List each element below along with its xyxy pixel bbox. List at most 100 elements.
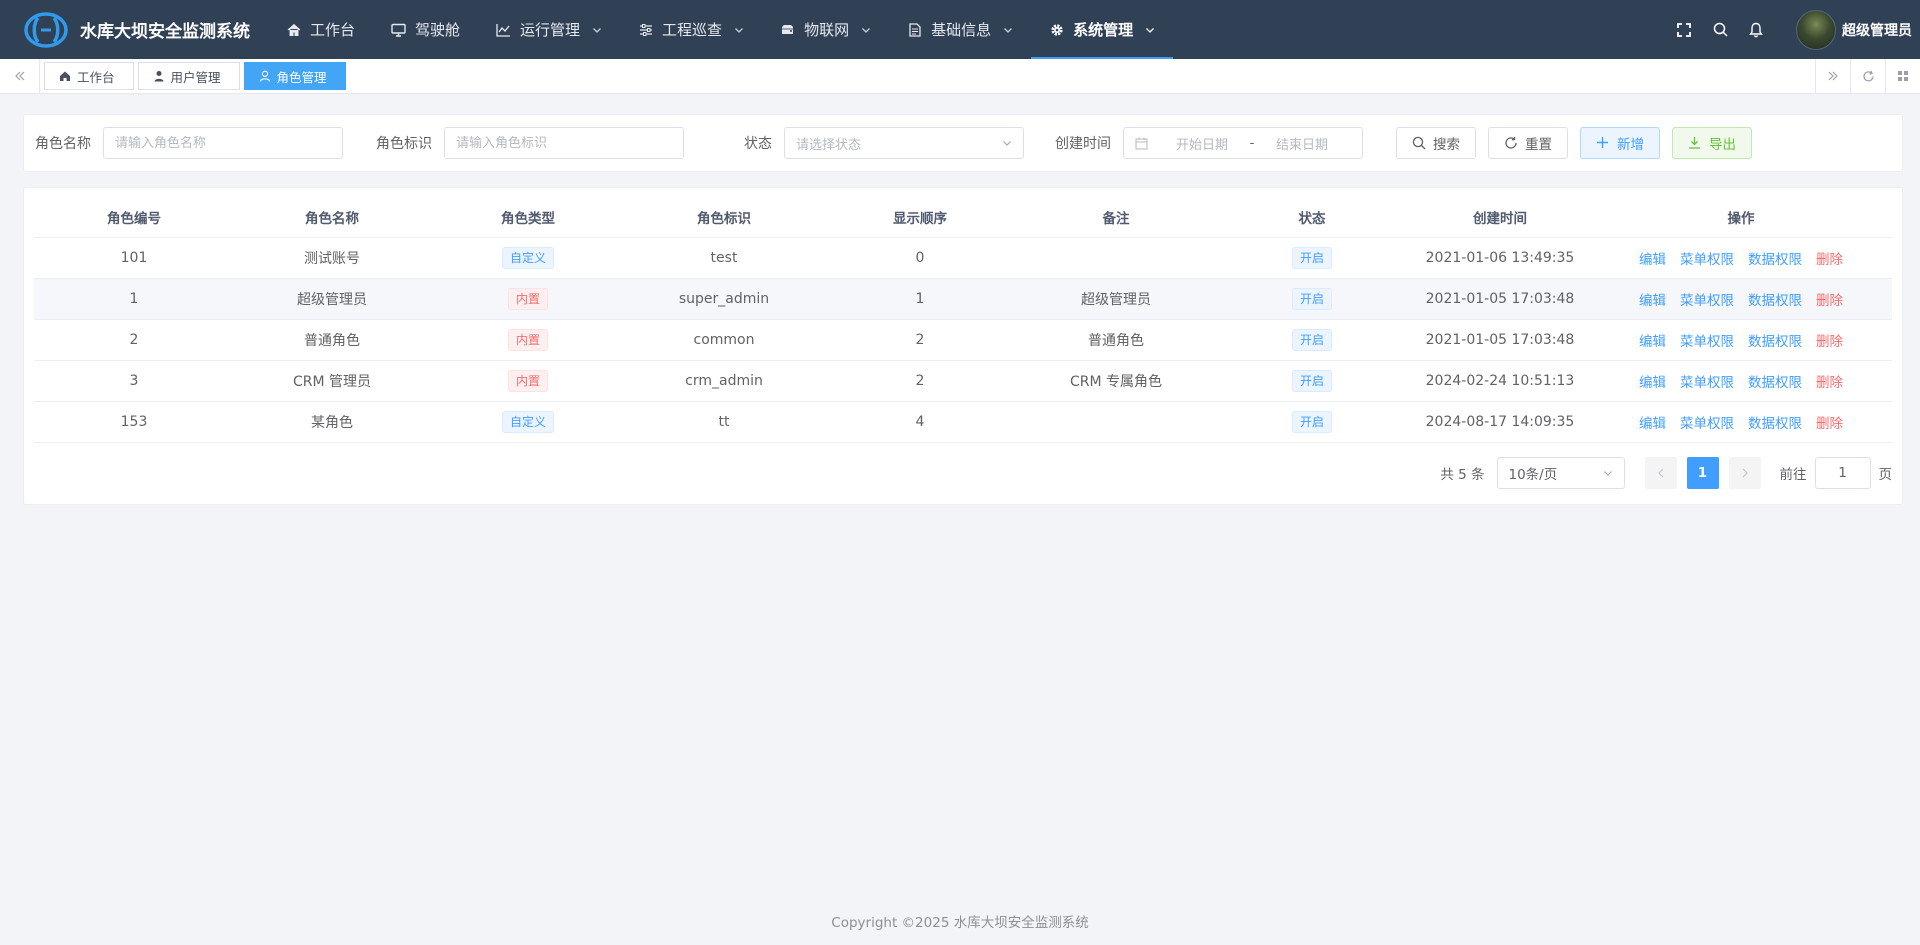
scroll-left-button[interactable] <box>0 59 40 93</box>
nav-item-cockpit[interactable]: 驾驶舱 <box>373 0 478 59</box>
search-form: 角色名称 角色标识 状态 请选择状态 创建时间 开始日期 - 结束日期 搜索 重… <box>23 114 1903 172</box>
role-name-cell: 普通角色 <box>234 319 430 361</box>
column-header[interactable]: 显示顺序 <box>822 198 1018 238</box>
goto-page-input[interactable]: 1 <box>1814 457 1871 489</box>
role-type-cell: 内置 <box>430 319 626 361</box>
logo-icon <box>24 11 68 48</box>
display-order-cell: 0 <box>822 237 1018 279</box>
scroll-right-button[interactable] <box>1815 59 1850 93</box>
column-header[interactable]: 备注 <box>1018 198 1214 238</box>
column-header[interactable]: 角色名称 <box>234 198 430 238</box>
avatar[interactable] <box>1796 9 1836 50</box>
add-button[interactable]: 新增 <box>1580 127 1660 159</box>
delete-link[interactable]: 删除 <box>1816 375 1843 391</box>
delete-link[interactable]: 删除 <box>1816 293 1843 309</box>
column-header[interactable]: 角色标识 <box>626 198 822 238</box>
export-button[interactable]: 导出 <box>1672 127 1752 159</box>
prev-page-button[interactable] <box>1644 457 1677 489</box>
nav-item-basic-info[interactable]: 基础信息 <box>889 0 1031 59</box>
edit-link[interactable]: 编辑 <box>1639 416 1666 432</box>
status-badge: 开启 <box>1291 369 1332 392</box>
menu-permission-link[interactable]: 菜单权限 <box>1680 375 1734 391</box>
chevron-left-icon <box>1657 468 1663 478</box>
table-row[interactable]: 101 测试账号 自定义 test 0 开启 2021-01-06 13:49:… <box>34 237 1892 279</box>
double-chevron-left-icon <box>14 71 24 81</box>
role-key-input[interactable] <box>456 135 672 151</box>
refresh-button[interactable] <box>1850 59 1885 93</box>
data-permission-link[interactable]: 数据权限 <box>1748 375 1802 391</box>
fullscreen-icon[interactable] <box>1674 20 1694 40</box>
plus-icon <box>1596 136 1610 150</box>
tag-user-management[interactable]: 用户管理 <box>137 62 240 90</box>
chevron-down-icon <box>1004 27 1013 33</box>
page-number-button[interactable]: 1 <box>1686 457 1719 489</box>
user-icon <box>153 70 165 82</box>
role-key-cell: crm_admin <box>626 360 822 402</box>
data-permission-link[interactable]: 数据权限 <box>1748 416 1802 432</box>
table-row[interactable]: 3 CRM 管理员 内置 crm_admin 2 CRM 专属角色 开启 202… <box>34 360 1892 402</box>
date-range-picker[interactable]: 开始日期 - 结束日期 <box>1123 127 1363 159</box>
column-header[interactable]: 状态 <box>1214 198 1410 238</box>
nav-item-operation[interactable]: 运行管理 <box>478 0 620 59</box>
column-header[interactable]: 角色类型 <box>430 198 626 238</box>
menu-permission-link[interactable]: 菜单权限 <box>1680 252 1734 268</box>
table-row[interactable]: 1 超级管理员 内置 super_admin 1 超级管理员 开启 2021-0… <box>34 278 1892 320</box>
role-key-field[interactable] <box>444 127 684 159</box>
status-select[interactable]: 请选择状态 <box>784 127 1024 159</box>
edit-link[interactable]: 编辑 <box>1639 334 1666 350</box>
tag-menu-button[interactable] <box>1885 59 1920 93</box>
nav-item-workbench[interactable]: 工作台 <box>268 0 373 59</box>
role-key-cell: tt <box>626 401 822 443</box>
nav-item-system[interactable]: 系统管理 <box>1031 0 1174 59</box>
search-button[interactable]: 搜索 <box>1396 127 1476 159</box>
delete-link[interactable]: 删除 <box>1816 334 1843 350</box>
delete-link[interactable]: 删除 <box>1816 416 1843 432</box>
tag-workbench[interactable]: 工作台 <box>44 62 134 90</box>
page-size-select[interactable]: 10条/页 <box>1496 457 1625 489</box>
status-cell: 开启 <box>1214 319 1410 361</box>
edit-link[interactable]: 编辑 <box>1639 375 1666 391</box>
reset-button[interactable]: 重置 <box>1488 127 1568 159</box>
role-type-cell: 自定义 <box>430 401 626 443</box>
chart-line-icon <box>496 22 511 37</box>
nav-item-inspection[interactable]: 工程巡查 <box>620 0 762 59</box>
data-permission-link[interactable]: 数据权限 <box>1748 252 1802 268</box>
menu-permission-link[interactable]: 菜单权限 <box>1680 416 1734 432</box>
role-id-cell: 2 <box>34 319 234 361</box>
nav-item-iot[interactable]: 物联网 <box>762 0 889 59</box>
chevron-down-icon <box>593 27 602 33</box>
tag-role-management[interactable]: 角色管理 <box>243 62 346 90</box>
data-permission-link[interactable]: 数据权限 <box>1748 293 1802 309</box>
column-header[interactable]: 角色编号 <box>34 198 234 238</box>
edit-link[interactable]: 编辑 <box>1639 252 1666 268</box>
end-date-input[interactable]: 结束日期 <box>1262 134 1342 153</box>
next-page-button[interactable] <box>1728 457 1761 489</box>
bell-icon[interactable] <box>1746 20 1766 40</box>
double-chevron-right-icon <box>1828 71 1838 81</box>
calendar-icon <box>1135 137 1148 149</box>
table-row[interactable]: 2 普通角色 内置 common 2 普通角色 开启 2021-01-05 17… <box>34 319 1892 361</box>
nav-item-label: 系统管理 <box>1073 21 1134 39</box>
chevron-right-icon <box>1742 468 1748 478</box>
actions-cell: 编辑 菜单权限 数据权限 删除 <box>1590 360 1892 402</box>
user-name[interactable]: 超级管理员 <box>1842 20 1912 40</box>
brand[interactable]: 水库大坝安全监测系统 <box>0 0 268 59</box>
data-permission-link[interactable]: 数据权限 <box>1748 334 1802 350</box>
table-header-row: 角色编号 角色名称 角色类型 角色标识 显示顺序 备注 状态 创建时间 操作 <box>34 198 1892 238</box>
search-icon[interactable] <box>1710 20 1730 40</box>
menu-permission-link[interactable]: 菜单权限 <box>1680 334 1734 350</box>
edit-link[interactable]: 编辑 <box>1639 293 1666 309</box>
column-header[interactable]: 创建时间 <box>1410 198 1590 238</box>
table-row[interactable]: 153 某角色 自定义 tt 4 开启 2024-08-17 14:09:35 … <box>34 401 1892 443</box>
role-name-input[interactable] <box>115 135 331 151</box>
server-icon <box>780 22 795 37</box>
role-name-field[interactable] <box>103 127 343 159</box>
start-date-input[interactable]: 开始日期 <box>1162 134 1242 153</box>
column-header[interactable]: 操作 <box>1590 198 1892 238</box>
menu-permission-link[interactable]: 菜单权限 <box>1680 293 1734 309</box>
status-badge: 开启 <box>1291 328 1332 351</box>
delete-link[interactable]: 删除 <box>1816 252 1843 268</box>
total-count: 共 5 条 <box>1440 467 1485 483</box>
date-separator: - <box>1249 135 1255 151</box>
chevron-down-icon <box>1146 27 1155 33</box>
